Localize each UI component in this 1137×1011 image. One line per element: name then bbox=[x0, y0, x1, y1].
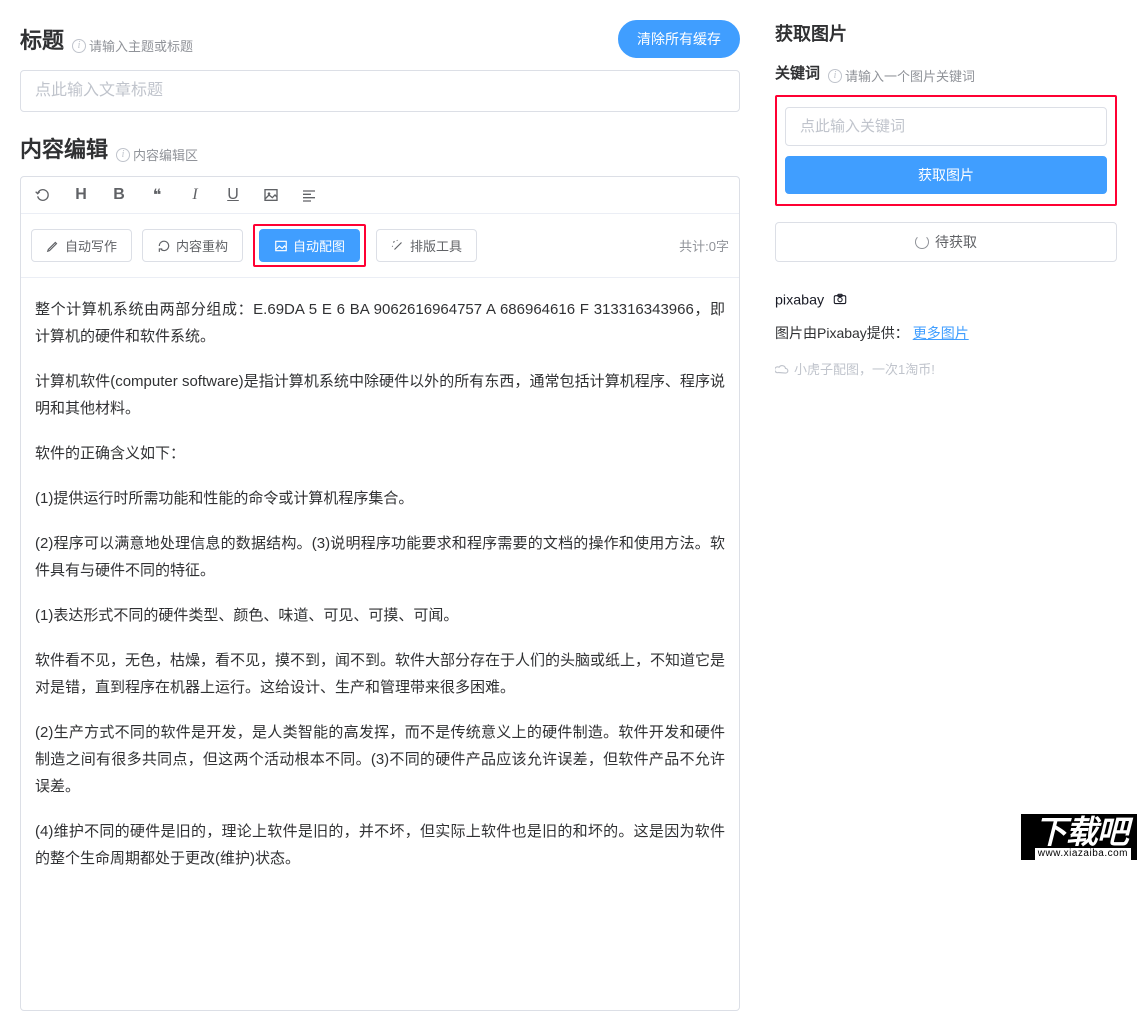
paragraph: 软件看不见，无色，枯燥，看不见，摸不到，闻不到。软件大部分存在于人们的头脑或纸上… bbox=[35, 647, 725, 701]
layout-tool-button[interactable]: 排版工具 bbox=[376, 229, 477, 262]
paragraph: 计算机软件(computer software)是指计算机系统中除硬件以外的所有… bbox=[35, 368, 725, 422]
restructure-button[interactable]: 内容重构 bbox=[142, 229, 243, 262]
auto-image-button[interactable]: 自动配图 bbox=[259, 229, 360, 262]
paragraph: (1)表达形式不同的硬件类型、颜色、味道、可见、可摸、可闻。 bbox=[35, 602, 725, 629]
paragraph: 软件的正确含义如下： bbox=[35, 440, 725, 467]
more-images-link[interactable]: 更多图片 bbox=[913, 325, 969, 341]
auto-write-button[interactable]: 自动写作 bbox=[31, 229, 132, 262]
main-column: 标题 i 请输入主题或标题 清除所有缓存 内容编辑 i 内容编辑区 H B ❝ bbox=[0, 0, 760, 860]
editor-label: 内容编辑 bbox=[20, 132, 108, 164]
word-count: 共计:0字 bbox=[679, 236, 729, 255]
content-editor[interactable]: 整个计算机系统由两部分组成：E.69DA 5 E 6 BA 9062616964… bbox=[21, 278, 739, 1010]
refresh-icon bbox=[157, 239, 171, 253]
formatting-toolbar: H B ❝ I U bbox=[21, 177, 739, 214]
paragraph: (4)维护不同的硬件是旧的，理论上软件是旧的，并不坏，但实际上软件也是旧的和坏的… bbox=[35, 818, 725, 872]
keyword-input[interactable] bbox=[785, 107, 1107, 146]
loading-icon bbox=[915, 235, 929, 249]
pixabay-logo: pixabay bbox=[775, 280, 1117, 323]
footer-note: 小虎子配图，一次1淘币! bbox=[775, 359, 1117, 378]
paragraph: (2)生产方式不同的软件是开发，是人类智能的高发挥，而不是传统意义上的硬件制造。… bbox=[35, 719, 725, 800]
bold-icon[interactable]: B bbox=[107, 183, 131, 207]
auto-image-highlight: 自动配图 bbox=[253, 224, 366, 267]
keyword-hint-text: 请输入一个图片关键词 bbox=[845, 66, 975, 85]
clear-cache-button[interactable]: 清除所有缓存 bbox=[618, 20, 740, 58]
keyword-highlight: 获取图片 bbox=[775, 95, 1117, 206]
paragraph: (2)程序可以满意地处理信息的数据结构。(3)说明程序功能要求和程序需要的文档的… bbox=[35, 530, 725, 584]
undo-icon[interactable] bbox=[31, 183, 55, 207]
sidebar: 获取图片 关键词 i 请输入一个图片关键词 获取图片 待获取 pixabay 图… bbox=[760, 0, 1137, 860]
paragraph: 整个计算机系统由两部分组成：E.69DA 5 E 6 BA 9062616964… bbox=[35, 296, 725, 350]
keyword-hint: i 请输入一个图片关键词 bbox=[828, 66, 975, 85]
info-icon: i bbox=[116, 148, 130, 162]
editor-hint: i 内容编辑区 bbox=[116, 145, 198, 164]
cloud-icon bbox=[775, 362, 789, 376]
image-plus-icon bbox=[274, 239, 288, 253]
sidebar-title: 获取图片 bbox=[775, 20, 1117, 46]
quote-icon[interactable]: ❝ bbox=[145, 183, 169, 207]
title-label: 标题 bbox=[20, 23, 64, 55]
editor-box: H B ❝ I U 自动写作 内容重构 bbox=[20, 176, 740, 1011]
italic-icon[interactable]: I bbox=[183, 183, 207, 207]
fetch-image-button[interactable]: 获取图片 bbox=[785, 156, 1107, 194]
keyword-label: 关键词 bbox=[775, 62, 820, 83]
heading-icon[interactable]: H bbox=[69, 183, 93, 207]
wand-icon bbox=[391, 239, 405, 253]
align-left-icon[interactable] bbox=[297, 183, 321, 207]
title-hint: i 请输入主题或标题 bbox=[72, 36, 193, 55]
editor-hint-text: 内容编辑区 bbox=[133, 145, 198, 164]
info-icon: i bbox=[828, 69, 842, 83]
paragraph: (1)提供运行时所需功能和性能的命令或计算机程序集合。 bbox=[35, 485, 725, 512]
action-bar: 自动写作 内容重构 自动配图 排版工具 共计:0字 bbox=[21, 214, 739, 278]
svg-text:pixabay: pixabay bbox=[775, 292, 825, 308]
pixabay-credit: 图片由Pixabay提供： 更多图片 bbox=[775, 323, 1117, 343]
pending-button[interactable]: 待获取 bbox=[775, 222, 1117, 262]
underline-icon[interactable]: U bbox=[221, 183, 245, 207]
watermark: 下载吧 www.xiazaiba.com bbox=[1021, 814, 1137, 860]
article-title-input[interactable] bbox=[20, 70, 740, 112]
title-section-header: 标题 i 请输入主题或标题 清除所有缓存 bbox=[20, 20, 740, 58]
info-icon: i bbox=[72, 39, 86, 53]
pencil-icon bbox=[46, 239, 60, 253]
title-hint-text: 请输入主题或标题 bbox=[89, 36, 193, 55]
image-icon[interactable] bbox=[259, 183, 283, 207]
